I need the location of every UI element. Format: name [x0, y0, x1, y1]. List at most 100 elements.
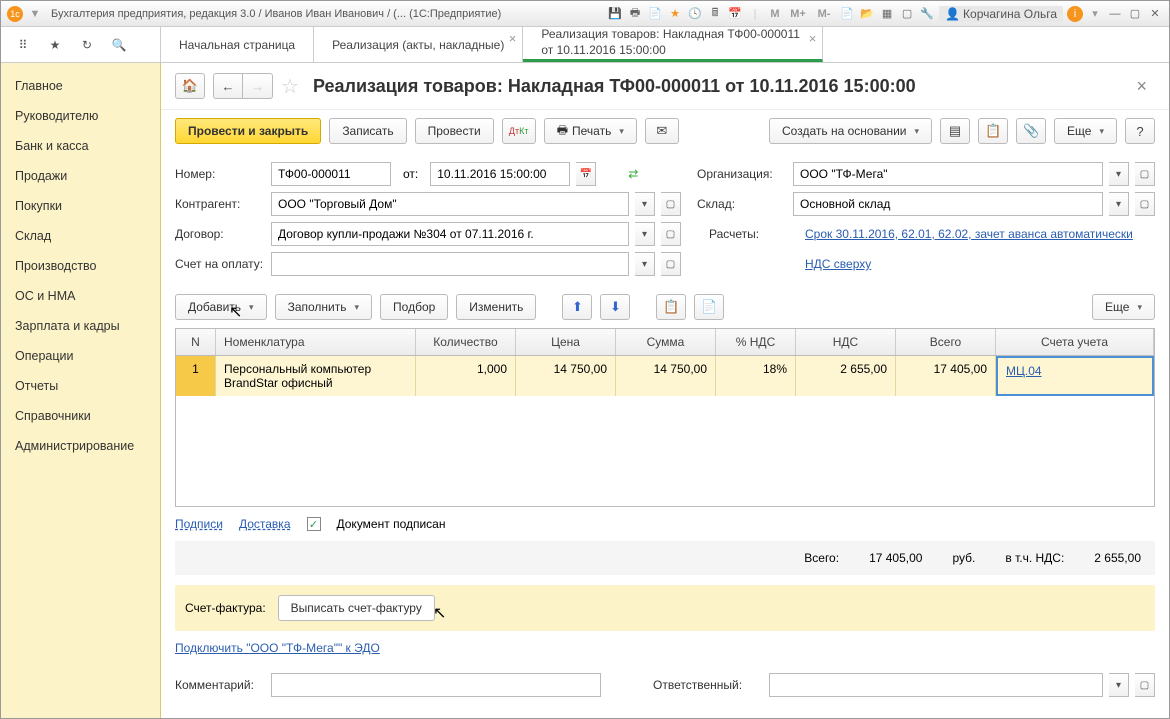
sidebar-item-warehouse[interactable]: Склад: [1, 221, 160, 251]
post-button[interactable]: Провести: [415, 118, 494, 144]
forward-button[interactable]: →: [243, 73, 273, 99]
tb-print-icon[interactable]: 🖶: [627, 6, 643, 22]
close-doc-icon[interactable]: ×: [1128, 76, 1155, 97]
sidebar-item-sales[interactable]: Продажи: [1, 161, 160, 191]
dropdown-icon[interactable]: ▾: [635, 222, 655, 246]
tab-sales[interactable]: Реализация (акты, накладные)×: [314, 27, 523, 62]
sidebar-item-bank[interactable]: Банк и касса: [1, 131, 160, 161]
cell-price[interactable]: 14 750,00: [516, 356, 616, 396]
dropdown-icon[interactable]: ▼: [27, 6, 43, 22]
contract-input[interactable]: [271, 222, 629, 246]
print-button[interactable]: 🖶Печать: [544, 118, 637, 144]
more-button[interactable]: Еще: [1054, 118, 1117, 144]
resp-input[interactable]: [769, 673, 1103, 697]
tb-calc-icon[interactable]: 🖩: [707, 6, 723, 22]
open-icon[interactable]: ▢: [1135, 192, 1155, 216]
date-input[interactable]: [430, 162, 570, 186]
close-icon[interactable]: ×: [509, 31, 517, 46]
home-button[interactable]: 🏠: [175, 73, 205, 99]
tb-star-icon[interactable]: ★: [667, 6, 683, 22]
sidebar-item-operations[interactable]: Операции: [1, 341, 160, 371]
table-row[interactable]: 1 Персональный компьютер BrandStar офисн…: [176, 356, 1154, 396]
mail-button[interactable]: ✉: [645, 118, 679, 144]
fill-button[interactable]: Заполнить: [275, 294, 372, 320]
col-sum[interactable]: Сумма: [616, 329, 716, 355]
sidebar-item-purchases[interactable]: Покупки: [1, 191, 160, 221]
star-icon[interactable]: ☆: [281, 74, 299, 99]
tb-cal-icon[interactable]: 📅: [727, 6, 743, 22]
vat-link[interactable]: НДС сверху: [805, 257, 1155, 271]
signed-checkbox[interactable]: ✓: [307, 517, 321, 531]
tab-home[interactable]: Начальная страница: [161, 27, 314, 62]
apps-icon[interactable]: ⠿: [13, 35, 33, 55]
dktkt-button[interactable]: ДтКт: [502, 118, 536, 144]
dropdown-icon[interactable]: ▾: [1109, 192, 1129, 216]
number-input[interactable]: [271, 162, 391, 186]
maximize-icon[interactable]: ▢: [1127, 6, 1143, 22]
search-icon[interactable]: 🔍: [109, 35, 129, 55]
col-vat[interactable]: % НДС: [716, 329, 796, 355]
sidebar-item-admin[interactable]: Администрирование: [1, 431, 160, 461]
m-plus-btn[interactable]: M+: [787, 6, 809, 22]
tb-doc-icon[interactable]: 📄: [647, 6, 663, 22]
dropdown-icon[interactable]: ▾: [1109, 673, 1129, 697]
action1-button[interactable]: ▤: [940, 118, 970, 144]
edo-link[interactable]: Подключить "ООО "ТФ-Мега"" к ЭДО: [175, 641, 380, 655]
dd2-icon[interactable]: ▾: [1087, 6, 1103, 22]
m-minus-btn[interactable]: M-: [813, 6, 835, 22]
wh-input[interactable]: [793, 192, 1103, 216]
write-invoice-button[interactable]: Выписать счет-фактуру: [278, 595, 435, 621]
calendar-icon[interactable]: 📅: [576, 162, 596, 186]
table-more-button[interactable]: Еще: [1092, 294, 1155, 320]
cell-acc[interactable]: МЦ.04: [996, 356, 1154, 396]
open-icon[interactable]: ▢: [661, 252, 681, 276]
minimize-icon[interactable]: —: [1107, 6, 1123, 22]
sidebar-item-reports[interactable]: Отчеты: [1, 371, 160, 401]
add-button[interactable]: Добавить: [175, 294, 267, 320]
help-icon[interactable]: i: [1067, 6, 1083, 22]
open-icon[interactable]: ▢: [1135, 673, 1155, 697]
sidebar-item-refs[interactable]: Справочники: [1, 401, 160, 431]
sidebar-item-production[interactable]: Производство: [1, 251, 160, 281]
tb-grid-icon[interactable]: ▦: [879, 6, 895, 22]
delivery-link[interactable]: Доставка: [239, 517, 291, 531]
paste-button[interactable]: 📄: [694, 294, 724, 320]
tb-new-icon[interactable]: 📄: [839, 6, 855, 22]
action2-button[interactable]: 📋: [978, 118, 1008, 144]
sidebar-item-salary[interactable]: Зарплата и кадры: [1, 311, 160, 341]
tb-clock-icon[interactable]: 🕓: [687, 6, 703, 22]
help-button[interactable]: ?: [1125, 118, 1155, 144]
change-button[interactable]: Изменить: [456, 294, 536, 320]
save-button[interactable]: Записать: [329, 118, 406, 144]
cell-nom[interactable]: Персональный компьютер BrandStar офисный: [216, 356, 416, 396]
sidebar-item-manager[interactable]: Руководителю: [1, 101, 160, 131]
tb-save-icon[interactable]: 💾: [607, 6, 623, 22]
col-nom[interactable]: Номенклатура: [216, 329, 416, 355]
create-based-button[interactable]: Создать на основании: [769, 118, 932, 144]
dropdown-icon[interactable]: ▾: [635, 252, 655, 276]
cell-sum[interactable]: 14 750,00: [616, 356, 716, 396]
cell-vatamt[interactable]: 2 655,00: [796, 356, 896, 396]
refresh-icon[interactable]: ⇄: [628, 167, 638, 181]
tb-open-icon[interactable]: 📂: [859, 6, 875, 22]
comment-input[interactable]: [271, 673, 601, 697]
org-input[interactable]: [793, 162, 1103, 186]
signatures-link[interactable]: Подписи: [175, 517, 223, 531]
down-button[interactable]: ⬇: [600, 294, 630, 320]
attach-button[interactable]: 📎: [1016, 118, 1046, 144]
m-btn[interactable]: M: [767, 6, 783, 22]
copy-button[interactable]: 📋: [656, 294, 686, 320]
user-badge[interactable]: 👤 Корчагина Ольга: [939, 6, 1063, 22]
sidebar-item-main[interactable]: Главное: [1, 71, 160, 101]
open-icon[interactable]: ▢: [661, 222, 681, 246]
dropdown-icon[interactable]: ▾: [1109, 162, 1129, 186]
post-close-button[interactable]: Провести и закрыть: [175, 118, 321, 144]
col-n[interactable]: N: [176, 329, 216, 355]
history-icon[interactable]: ↻: [77, 35, 97, 55]
tb-win-icon[interactable]: ▢: [899, 6, 915, 22]
col-vatamt[interactable]: НДС: [796, 329, 896, 355]
calc-link[interactable]: Срок 30.11.2016, 62.01, 62.02, зачет ава…: [805, 227, 1155, 241]
close-window-icon[interactable]: ✕: [1147, 6, 1163, 22]
open-icon[interactable]: ▢: [661, 192, 681, 216]
tb-tool-icon[interactable]: 🔧: [919, 6, 935, 22]
